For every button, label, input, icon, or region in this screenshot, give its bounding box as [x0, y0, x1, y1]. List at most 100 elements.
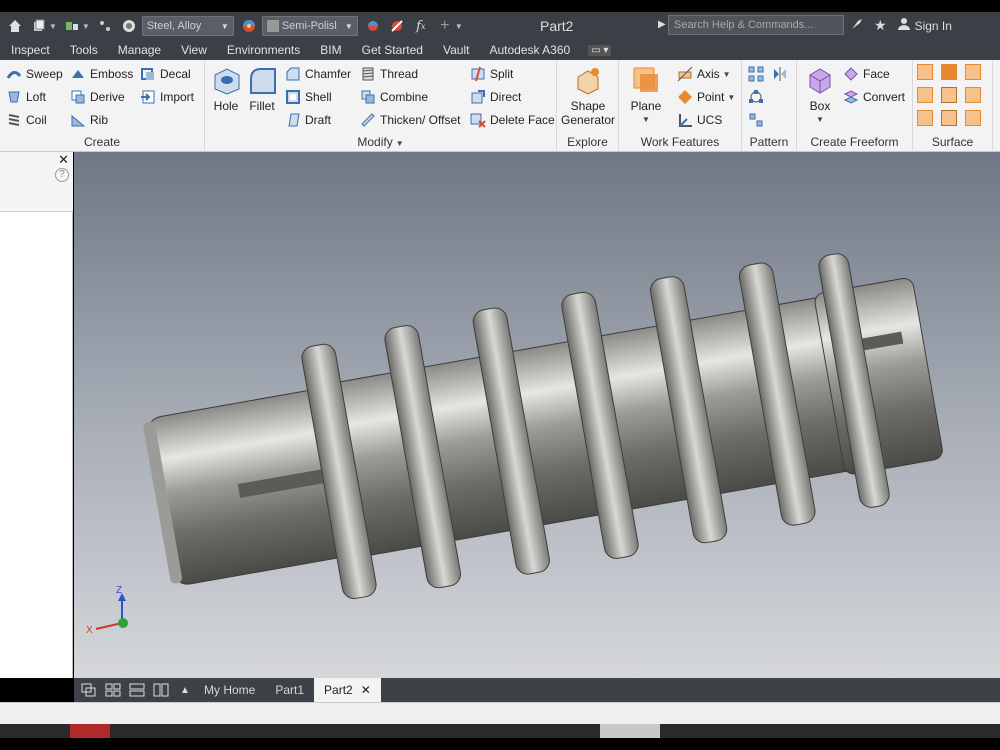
material-sphere-icon[interactable]	[120, 17, 138, 35]
update-dropdown-icon[interactable]: ▼	[82, 22, 90, 31]
axis-button[interactable]: Axis ▼	[677, 66, 731, 82]
parameters-icon[interactable]: fx	[412, 17, 430, 35]
tile-windows-icon[interactable]	[104, 682, 122, 698]
tab-inspect[interactable]: Inspect	[0, 40, 60, 60]
tab-manage[interactable]: Manage	[108, 40, 171, 60]
pattern-panel-label[interactable]: Pattern	[742, 135, 796, 149]
close-icon[interactable]: ✕	[58, 152, 69, 168]
taskbar-app-icon[interactable]	[600, 724, 660, 738]
fillet-button[interactable]: Fillet	[245, 64, 279, 113]
shape-generator-button[interactable]: Shape Generator	[559, 64, 617, 127]
tab-tools[interactable]: Tools	[60, 40, 108, 60]
tab-bim[interactable]: BIM	[310, 40, 351, 60]
trim-button[interactable]	[917, 87, 937, 103]
cascade-windows-icon[interactable]	[80, 682, 98, 698]
home-icon[interactable]	[6, 17, 24, 35]
fit-mesh-button[interactable]	[941, 110, 961, 126]
thicken-offset-button[interactable]: Thicken/ Offset	[360, 112, 460, 128]
customize-dropdown-icon[interactable]: ▼	[455, 22, 463, 31]
star-icon[interactable]: ★	[874, 17, 887, 34]
axis-icon	[677, 66, 693, 82]
mirror-button[interactable]	[772, 66, 792, 82]
tab-environments[interactable]: Environments	[217, 40, 310, 60]
rectangular-pattern-button[interactable]	[748, 66, 768, 82]
new-dropdown-icon[interactable]: ▼	[49, 22, 57, 31]
sketch-pattern-icon	[748, 112, 764, 128]
ruled-surface-button[interactable]	[965, 110, 985, 126]
tab-menu-icon[interactable]: ▲	[176, 682, 194, 698]
appearance-select[interactable]: Semi-Polisl ▼	[261, 16, 358, 36]
new-file-icon[interactable]	[30, 17, 48, 35]
tile-horizontal-icon[interactable]	[128, 682, 146, 698]
rib-button[interactable]: Rib	[70, 112, 108, 128]
create-panel-label[interactable]: Create	[0, 135, 204, 149]
update-icon[interactable]	[63, 17, 81, 35]
split-button[interactable]: Split	[470, 66, 513, 82]
box-button[interactable]: Box ▼	[801, 64, 839, 127]
loft-button[interactable]: Loft	[6, 89, 46, 105]
chamfer-button[interactable]: Chamfer	[285, 66, 351, 82]
convert-button[interactable]: Convert	[843, 89, 905, 105]
tile-vertical-icon[interactable]	[152, 682, 170, 698]
user-icon[interactable]	[897, 17, 911, 34]
hole-button[interactable]: Hole	[209, 64, 243, 113]
search-input[interactable]: Search Help & Commands...	[668, 15, 844, 35]
close-tab-icon[interactable]: ✕	[361, 683, 371, 697]
replace-face-button[interactable]	[965, 87, 985, 103]
circular-pattern-button[interactable]	[748, 89, 768, 105]
surface-panel: Surface	[913, 60, 993, 152]
create-freeform-panel-label[interactable]: Create Freeform	[797, 135, 912, 149]
import-button[interactable]: Import	[140, 89, 194, 105]
coil-button[interactable]: Coil	[6, 112, 47, 128]
face-button[interactable]: Face	[843, 66, 890, 82]
stitch-button[interactable]	[917, 64, 937, 80]
decal-icon	[140, 66, 156, 82]
repair-bodies-button[interactable]	[917, 110, 937, 126]
material-select[interactable]: Steel, Alloy ▼	[141, 16, 234, 36]
graphics-viewport[interactable]: Z X	[74, 152, 1000, 678]
point-button[interactable]: Point ▼	[677, 89, 735, 105]
appearance-ball-icon[interactable]	[240, 17, 258, 35]
view-triad[interactable]: Z X	[84, 585, 144, 647]
tab-view[interactable]: View	[171, 40, 217, 60]
crosshair-icon[interactable]: +	[436, 17, 454, 35]
direct-button[interactable]: Direct	[470, 89, 521, 105]
patch-button[interactable]	[941, 64, 961, 80]
loft-label: Loft	[26, 90, 47, 104]
sculpt-button[interactable]	[965, 64, 985, 80]
tab-part2[interactable]: Part2 ✕	[314, 678, 381, 702]
tab-part1[interactable]: Part1	[265, 678, 314, 702]
derive-button[interactable]: Derive	[70, 89, 125, 105]
adjust-appearance-icon[interactable]	[364, 17, 382, 35]
convert-label: Convert	[863, 90, 906, 104]
binoculars-icon[interactable]	[850, 17, 864, 34]
tab-autodesk-a360[interactable]: Autodesk A360	[479, 40, 580, 60]
delete-face-button[interactable]: Delete Face	[470, 112, 555, 128]
tab-get-started[interactable]: Get Started	[352, 40, 433, 60]
sketch-pattern-button[interactable]	[748, 112, 768, 128]
ucs-button[interactable]: UCS	[677, 112, 722, 128]
tab-vault[interactable]: Vault	[433, 40, 479, 60]
worm-shaft-model[interactable]	[74, 152, 1000, 678]
surface-panel-label[interactable]: Surface	[913, 135, 992, 149]
thread-button[interactable]: Thread	[360, 66, 418, 82]
shell-button[interactable]: Shell	[285, 89, 332, 105]
taskbar-app-icon[interactable]	[70, 724, 110, 738]
explore-panel-label[interactable]: Explore	[557, 135, 618, 149]
ribbon-toggle-icon[interactable]: ▭ ▾	[588, 44, 612, 56]
plane-button[interactable]: Plane ▼	[627, 64, 665, 127]
modify-panel-label[interactable]: Modify ▼	[205, 135, 556, 149]
decal-button[interactable]: Decal	[140, 66, 191, 82]
select-icon[interactable]	[96, 17, 114, 35]
draft-button[interactable]: Draft	[285, 112, 331, 128]
clear-appearance-icon[interactable]	[388, 17, 406, 35]
sign-in-link[interactable]: Sign In	[915, 19, 952, 33]
search-expand-icon[interactable]: ▶	[658, 19, 666, 30]
extend-button[interactable]	[941, 87, 961, 103]
help-icon[interactable]: ?	[55, 168, 69, 182]
emboss-button[interactable]: Emboss	[70, 66, 133, 82]
combine-button[interactable]: Combine	[360, 89, 428, 105]
sweep-button[interactable]: Sweep	[6, 66, 63, 82]
tab-my-home[interactable]: My Home	[194, 678, 265, 702]
work-features-panel-label[interactable]: Work Features	[619, 135, 741, 149]
